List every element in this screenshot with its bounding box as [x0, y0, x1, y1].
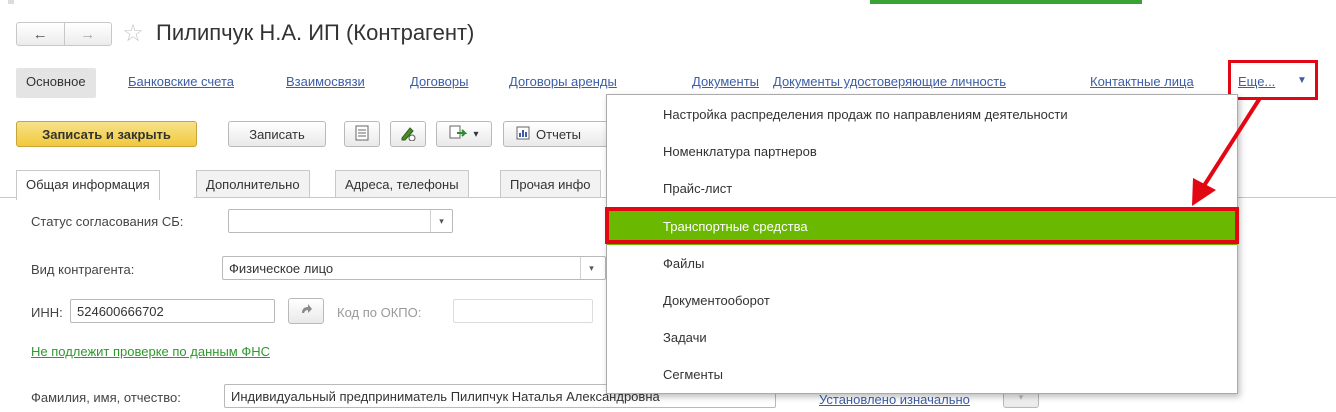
- forward-button[interactable]: →: [63, 23, 112, 45]
- okpo-field[interactable]: [453, 299, 593, 323]
- create-based-icon: [449, 125, 468, 144]
- link-main[interactable]: Основное: [16, 68, 96, 98]
- favorite-star-icon[interactable]: ☆: [120, 20, 146, 46]
- kind-label: Вид контрагента:: [31, 262, 135, 277]
- kind-select[interactable]: Физическое лицо: [222, 256, 606, 280]
- window-tab-strip: [0, 0, 1336, 6]
- menu-item-tasks[interactable]: Задачи: [607, 319, 1237, 356]
- link-lease-contracts[interactable]: Договоры аренды: [509, 74, 617, 89]
- status-label: Статус согласования СБ:: [31, 214, 184, 229]
- okpo-label: Код по ОКПО:: [337, 305, 422, 320]
- refresh-arrow-icon: [299, 303, 313, 320]
- tab-additional[interactable]: Дополнительно: [196, 170, 310, 198]
- page-title: Пилипчук Н.А. ИП (Контрагент): [156, 20, 475, 45]
- link-relations[interactable]: Взаимосвязи: [286, 74, 365, 89]
- reports-button[interactable]: Отчеты: [503, 121, 613, 147]
- link-contacts[interactable]: Контактные лица: [1090, 74, 1194, 89]
- menu-item-segments[interactable]: Сегменты: [607, 356, 1237, 393]
- report-icon: [516, 126, 530, 143]
- list-button[interactable]: [344, 121, 380, 147]
- menu-item-files[interactable]: Файлы: [607, 245, 1237, 282]
- more-popup-menu: Настройка распределения продаж по направ…: [606, 94, 1238, 394]
- edit-icon: [400, 125, 416, 144]
- menu-item-document-flow[interactable]: Документооборот: [607, 282, 1237, 319]
- link-bank-accounts[interactable]: Банковские счета: [128, 74, 234, 89]
- tab-divider: [0, 197, 16, 198]
- link-contracts[interactable]: Договоры: [410, 74, 468, 89]
- history-nav: ← →: [16, 22, 112, 46]
- tab-addresses-phones[interactable]: Адреса, телефоны: [335, 170, 469, 198]
- tab-other[interactable]: Прочая инфо: [500, 170, 601, 198]
- inn-label: ИНН:: [31, 305, 63, 320]
- menu-item-price-list[interactable]: Прайс-лист: [607, 170, 1237, 207]
- inn-field[interactable]: 524600666702: [70, 299, 275, 323]
- annotation-box-vehicles: [605, 207, 1239, 244]
- kind-dropdown-icon[interactable]: ▾: [580, 257, 602, 279]
- menu-item-partner-nomenclature[interactable]: Номенклатура партнеров: [607, 133, 1237, 170]
- link-documents[interactable]: Документы: [692, 74, 759, 89]
- tab-general[interactable]: Общая информация: [16, 170, 160, 200]
- fns-check-link[interactable]: Не подлежит проверке по данным ФНС: [31, 344, 270, 359]
- status-dropdown-icon[interactable]: ▾: [430, 210, 452, 232]
- link-id-documents[interactable]: Документы удостоверяющие личность: [773, 74, 1006, 89]
- list-icon: [355, 125, 369, 144]
- create-based-button[interactable]: ▾: [436, 121, 492, 147]
- fio-label: Фамилия, имя, отчество:: [31, 390, 181, 405]
- inn-check-button[interactable]: [288, 298, 324, 324]
- reports-label: Отчеты: [536, 126, 581, 142]
- fio-status-link[interactable]: Установлено изначально: [819, 392, 970, 407]
- back-button[interactable]: ←: [17, 23, 64, 45]
- menu-item-sales-distribution[interactable]: Настройка распределения продаж по направ…: [607, 96, 1237, 133]
- save-and-close-button[interactable]: Записать и закрыть: [16, 121, 197, 147]
- save-button[interactable]: Записать: [228, 121, 326, 147]
- status-select[interactable]: [228, 209, 453, 233]
- annotation-arrow-icon: [1192, 96, 1262, 206]
- dropdown-caret-icon: ▾: [473, 128, 479, 140]
- edit-button[interactable]: [390, 121, 426, 147]
